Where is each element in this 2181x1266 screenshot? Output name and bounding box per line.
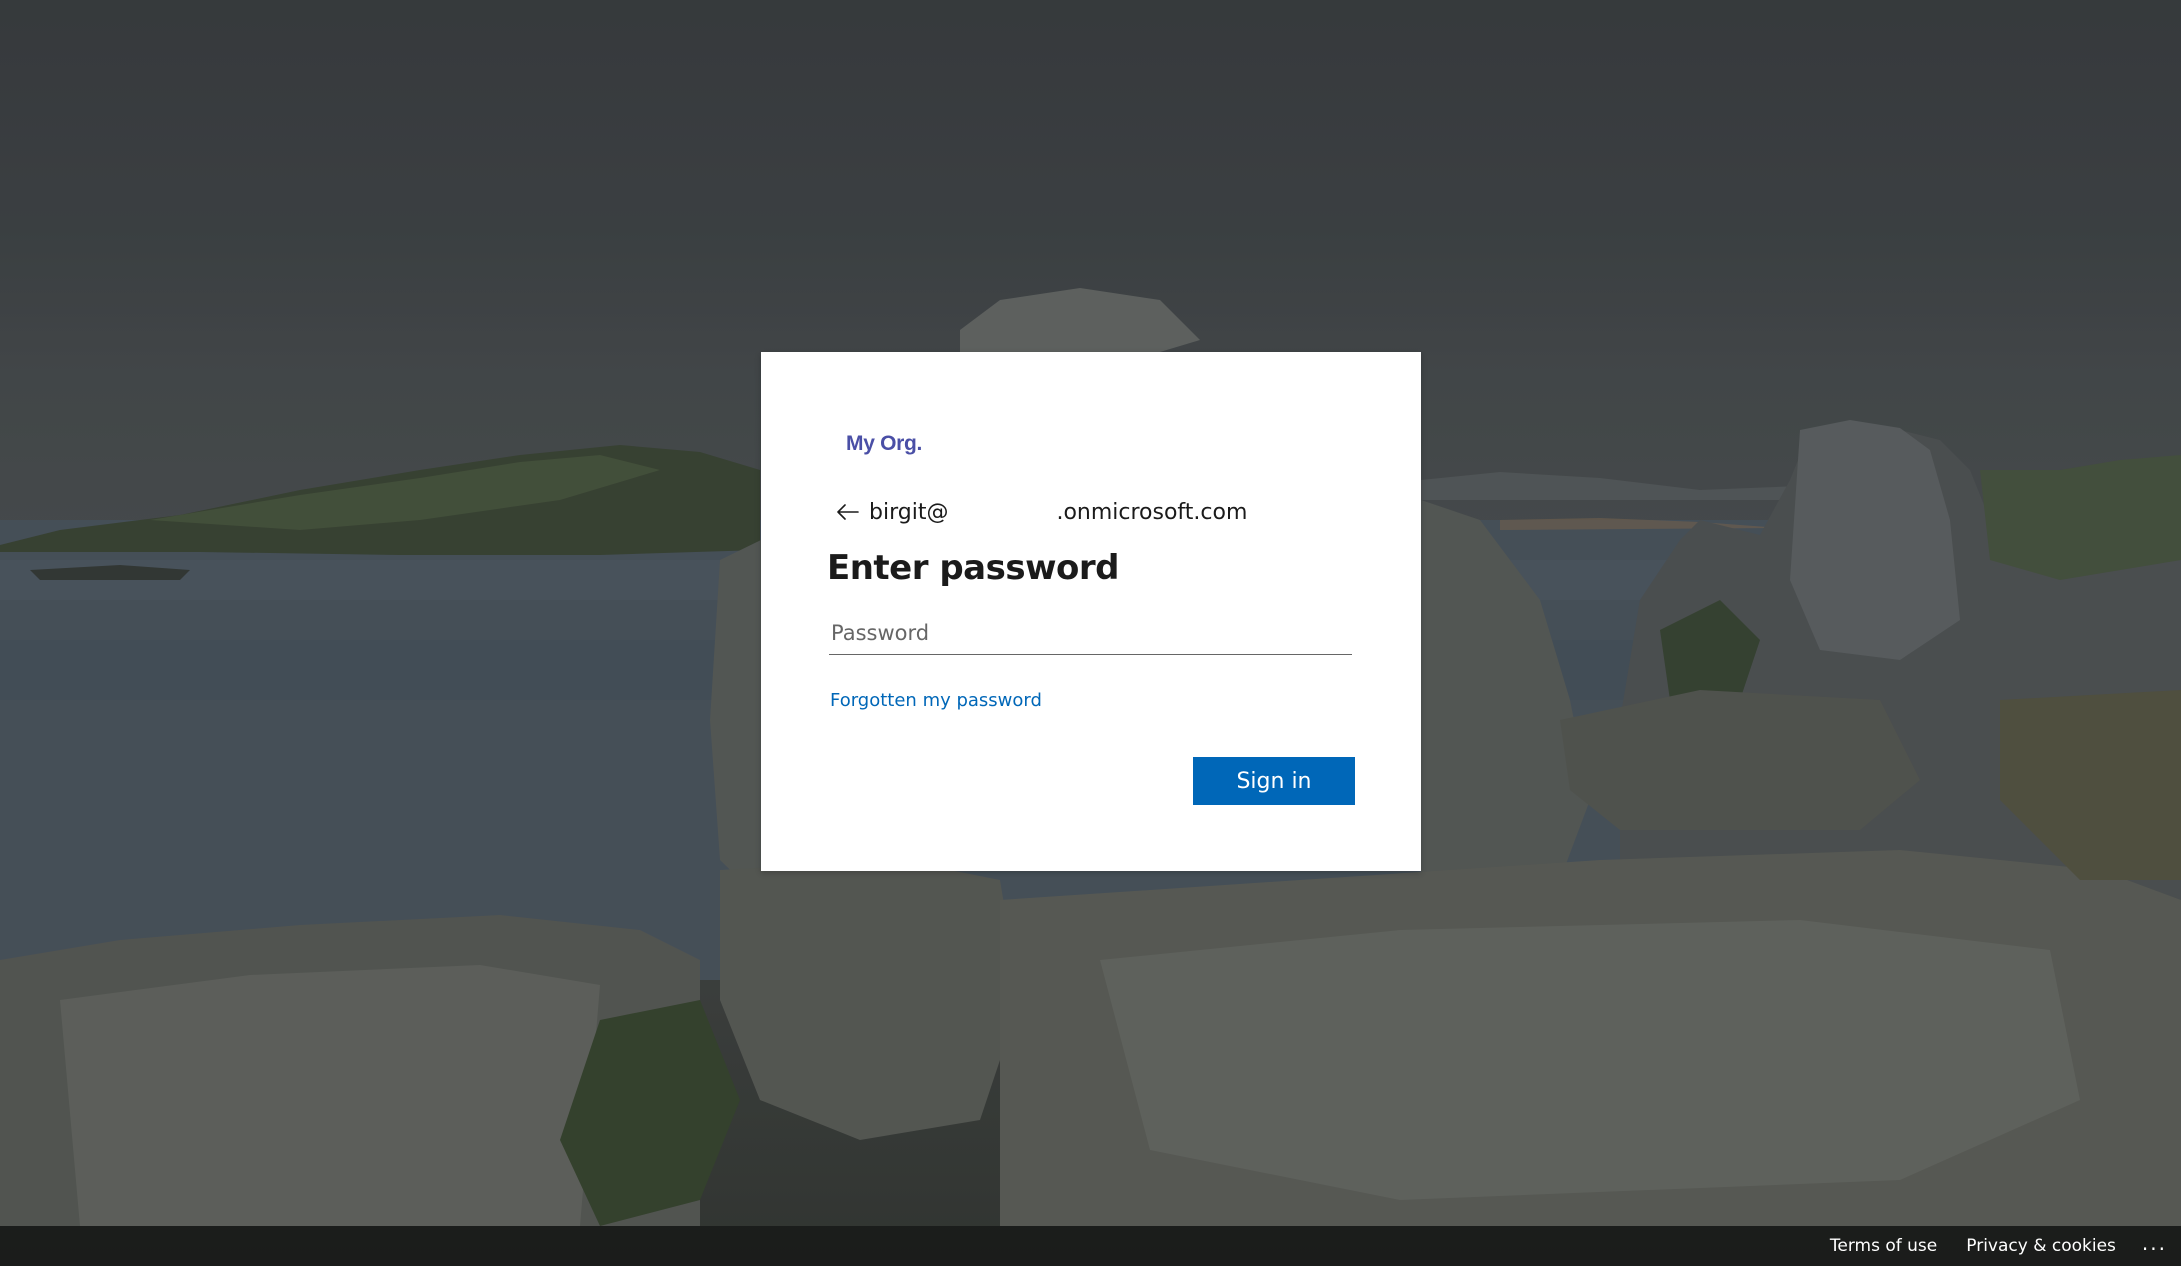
password-input[interactable] xyxy=(829,611,1352,655)
footer-bar: Terms of use Privacy & cookies ... xyxy=(0,1226,2181,1266)
back-arrow-button[interactable] xyxy=(833,497,863,527)
terms-of-use-link[interactable]: Terms of use xyxy=(1830,1236,1937,1256)
forgot-password-link[interactable]: Forgotten my password xyxy=(830,690,1042,711)
footer-links: Terms of use Privacy & cookies ... xyxy=(1801,1226,2167,1266)
privacy-cookies-link[interactable]: Privacy & cookies xyxy=(1966,1236,2116,1256)
more-options-icon[interactable]: ... xyxy=(2142,1231,2167,1255)
sign-in-button[interactable]: Sign in xyxy=(1193,757,1355,805)
organization-logo: My Org. xyxy=(846,432,923,455)
page-title: Enter password xyxy=(827,548,1119,588)
identity-email-suffix: .onmicrosoft.com xyxy=(1056,499,1248,525)
sign-in-card: My Org. birgit@ .onmicrosoft.com Enter p… xyxy=(761,352,1421,871)
identity-banner: birgit@ .onmicrosoft.com xyxy=(833,495,1247,529)
identity-email-prefix: birgit@ xyxy=(869,499,949,525)
back-arrow-icon xyxy=(837,504,859,520)
